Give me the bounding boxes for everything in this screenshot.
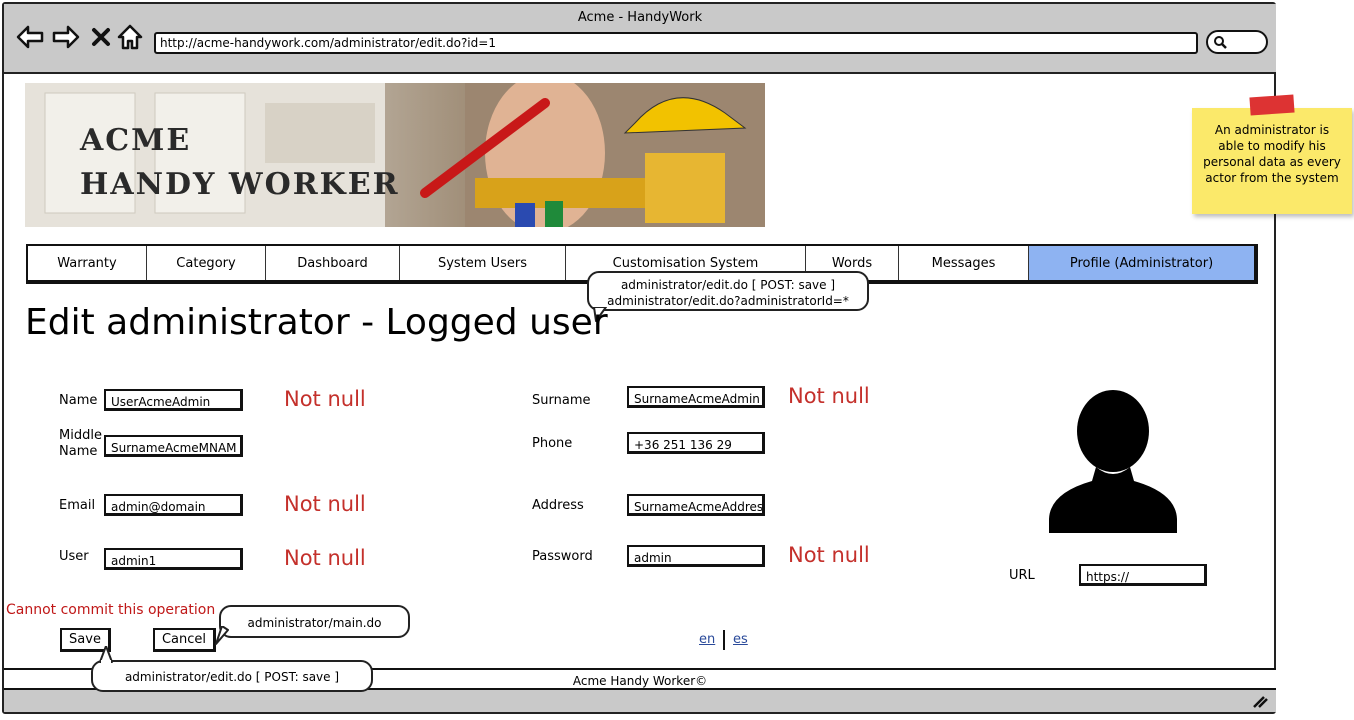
nav-item-warranty[interactable]: Warranty <box>28 246 147 280</box>
resize-grip-icon[interactable] <box>1252 694 1268 708</box>
user-label: User <box>59 549 89 564</box>
address-field[interactable]: SurnameAcmeAddres <box>627 494 765 516</box>
surname-required-note: Not null <box>788 384 870 408</box>
lang-separator <box>723 630 725 650</box>
callout-save-pointer <box>99 646 113 664</box>
browser-search-box[interactable] <box>1206 30 1268 54</box>
surname-label: Surname <box>532 393 591 408</box>
sticky-note: An administrator is able to modify his p… <box>1192 108 1352 214</box>
home-icon[interactable] <box>116 24 144 50</box>
address-bar[interactable]: http://acme-handywork.com/administrator/… <box>154 32 1198 54</box>
callout-save-url: administrator/edit.do [ POST: save ] <box>91 660 373 692</box>
surname-field[interactable]: SurnameAcmeAdmin <box>627 386 765 408</box>
url-field[interactable]: https:// <box>1079 564 1207 586</box>
name-required-note: Not null <box>284 387 366 411</box>
browser-statusbar <box>4 690 1276 712</box>
user-avatar-icon <box>1049 390 1177 533</box>
header-banner: ACME HANDY WORKER <box>25 83 765 227</box>
window-title: Acme - HandyWork <box>577 10 703 25</box>
middle-name-label-line2: Name <box>59 444 98 459</box>
lang-link-es[interactable]: es <box>733 632 748 647</box>
email-required-note: Not null <box>284 492 366 516</box>
middle-name-label-line1: Middle <box>59 428 102 443</box>
sticky-note-tape <box>1249 94 1295 116</box>
callout-cancel-pointer <box>215 626 229 645</box>
email-label: Email <box>59 498 96 513</box>
forward-arrow-icon[interactable] <box>52 24 80 50</box>
lang-link-en[interactable]: en <box>699 632 715 647</box>
middle-name-field[interactable]: SurnameAcmeMNAM <box>104 435 243 457</box>
callout-edit-url: administrator/edit.do [ POST: save ] adm… <box>587 271 869 311</box>
nav-item-dashboard[interactable]: Dashboard <box>266 246 400 280</box>
cancel-button[interactable]: Cancel <box>153 628 216 652</box>
user-field[interactable]: admin1 <box>104 548 243 570</box>
page-title: Edit administrator - Logged user <box>25 302 608 343</box>
callout-edit-line2: administrator/edit.do?administratorId=* <box>607 294 849 308</box>
nav-item-system-users[interactable]: System Users <box>400 246 566 280</box>
email-field[interactable]: admin@domain <box>104 494 243 516</box>
name-label: Name <box>59 393 98 408</box>
nav-item-messages[interactable]: Messages <box>899 246 1029 280</box>
address-label: Address <box>532 498 584 513</box>
back-arrow-icon[interactable] <box>16 24 44 50</box>
phone-label: Phone <box>532 436 573 451</box>
password-required-note: Not null <box>788 543 870 567</box>
nav-item-category[interactable]: Category <box>147 246 266 280</box>
callout-cancel-url: administrator/main.do <box>219 605 410 638</box>
user-required-note: Not null <box>284 546 366 570</box>
banner-logo: ACME HANDY WORKER <box>80 119 400 207</box>
name-field[interactable]: UserAcmeAdmin <box>104 389 243 411</box>
url-label: URL <box>1009 568 1035 583</box>
banner-logo-line1: ACME <box>80 123 192 158</box>
nav-item-profile-administrator[interactable]: Profile (Administrator) <box>1029 246 1254 280</box>
middle-name-label: Middle Name <box>59 428 102 460</box>
error-message: Cannot commit this operation <box>6 602 216 618</box>
close-icon[interactable] <box>90 24 112 50</box>
banner-logo-line2: HANDY WORKER <box>80 167 400 202</box>
password-field[interactable]: admin <box>627 545 765 567</box>
search-icon <box>1214 36 1227 49</box>
callout-edit-line1: administrator/edit.do [ POST: save ] <box>620 278 836 292</box>
password-label: Password <box>532 549 593 564</box>
phone-field[interactable]: +36 251 136 29 <box>627 432 765 454</box>
